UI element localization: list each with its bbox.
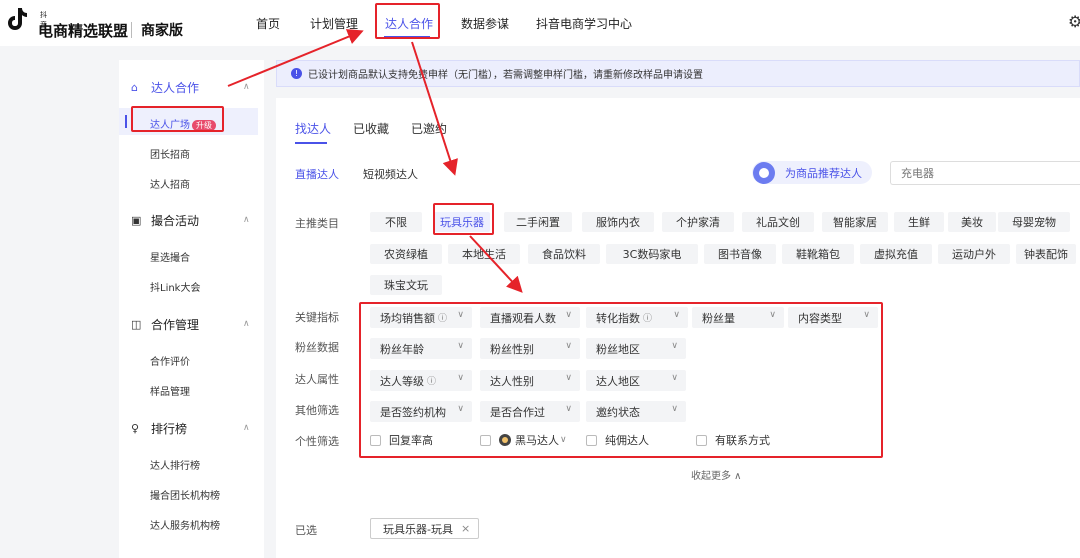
annotation-arrows <box>227 29 523 293</box>
screen: 抖音 电商精选联盟 商家版 首页 计划管理 达人合作 数据参谋 抖音电商学习中心… <box>0 0 1080 558</box>
arrow-category-to-filters <box>469 235 523 293</box>
arrow-nav-to-category <box>411 41 458 176</box>
arrow-sidebar-to-nav <box>227 29 364 87</box>
